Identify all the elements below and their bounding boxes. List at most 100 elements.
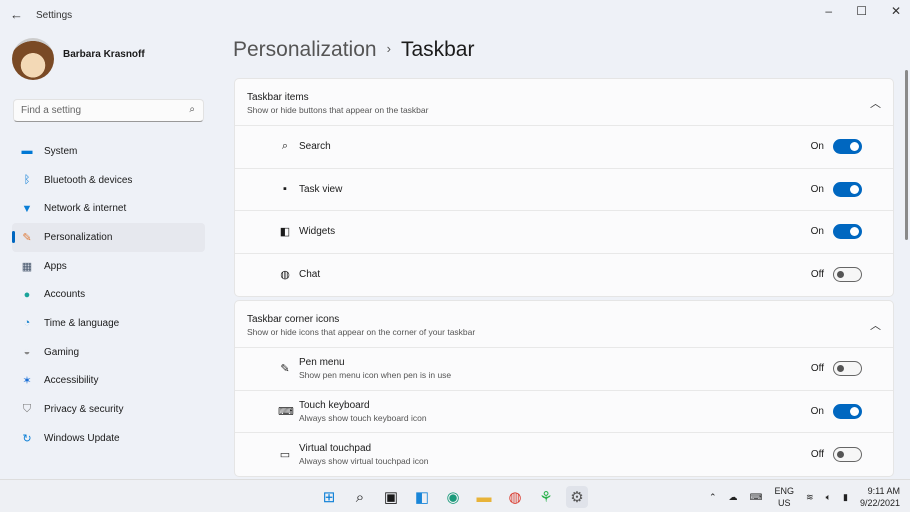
taskbar-search-icon[interactable]: ⌕ — [349, 486, 371, 508]
battery-icon[interactable]: ▮ — [843, 492, 848, 503]
clock[interactable]: 9:11 AM 9/22/2021 — [860, 485, 900, 509]
sidebar-item-label: Time & language — [44, 317, 120, 329]
keyboard-tray-icon[interactable]: ⌨ — [750, 492, 763, 503]
toggle-state-label: Off — [810, 269, 824, 281]
title-bar: ← Settings – ☐ ✕ — [0, 0, 910, 30]
chevron-up-icon[interactable]: ︿ — [870, 317, 881, 333]
sidebar-item-privacy-security[interactable]: ⛉ Privacy & security — [12, 395, 205, 424]
settings-app-icon[interactable]: ⚙ — [566, 486, 588, 508]
sidebar-item-label: Windows Update — [44, 432, 120, 444]
setting-row-task-view: ▪ Task view On — [235, 169, 893, 211]
maximize-button[interactable]: ☐ — [856, 4, 867, 18]
toggle-state-label: Off — [810, 448, 824, 460]
taskbar-widgets-icon[interactable]: ◧ — [411, 486, 433, 508]
avatar[interactable] — [12, 38, 54, 80]
accounts-icon: ● — [23, 288, 31, 301]
section-card: Taskbar corner icons Show or hide icons t… — [234, 300, 894, 477]
setting-label: Touch keyboard — [299, 399, 370, 411]
sidebar-item-windows-update[interactable]: ↻ Windows Update — [12, 424, 205, 453]
toggle-switch[interactable] — [833, 181, 862, 197]
sidebar-item-label: Apps — [44, 260, 67, 272]
toggle-switch[interactable] — [833, 403, 862, 419]
sidebar-item-label: System — [44, 145, 78, 157]
setting-row-search: ⌕ Search On — [235, 126, 893, 169]
section-title: Taskbar corner icons — [247, 314, 340, 325]
toggle-switch[interactable] — [833, 446, 862, 462]
setting-label: Search — [299, 141, 331, 153]
sidebar-item-apps[interactable]: ▦ Apps — [12, 252, 205, 281]
sidebar-item-system[interactable]: ▬ System — [12, 137, 205, 166]
section-header[interactable]: Taskbar corner icons Show or hide icons t… — [235, 301, 893, 348]
apps-icon: ▦ — [21, 260, 33, 273]
app-title: Settings — [36, 10, 73, 21]
sidebar-item-label: Accessibility — [44, 375, 99, 387]
search-input[interactable]: Find a setting ⌕ — [13, 99, 204, 122]
breadcrumb: Personalization › Taskbar — [233, 38, 474, 62]
pen-icon: ✎ — [280, 363, 290, 376]
start-button[interactable]: ⊞ — [318, 486, 340, 508]
language-indicator[interactable]: ENG US — [775, 485, 795, 509]
setting-description: Show pen menu icon when pen is in use — [299, 370, 452, 381]
shield-icon: ⛉ — [22, 403, 32, 416]
breadcrumb-parent[interactable]: Personalization — [233, 38, 377, 61]
setting-label: Task view — [299, 183, 343, 195]
sidebar-item-bluetooth-devices[interactable]: ᛒ Bluetooth & devices — [12, 166, 205, 195]
setting-label: Chat — [299, 269, 321, 281]
user-name: Barbara Krasnoff — [63, 49, 145, 60]
update-icon: ↻ — [22, 432, 32, 445]
taskbar: ⊞ ⌕ ▣ ◧ ◉ ▬ ◍ ⚘ ⚙ ⌃ ☁ ⌨ ENG US ≋ 🔈︎ ▮ 9:1… — [0, 479, 910, 512]
sidebar-item-label: Personalization — [44, 231, 113, 243]
onedrive-icon[interactable]: ☁ — [729, 492, 738, 503]
toggle-switch[interactable] — [833, 139, 862, 155]
section-header[interactable]: Taskbar items Show or hide buttons that a… — [235, 79, 893, 126]
search-icon: ⌕ — [189, 104, 195, 115]
sidebar-item-gaming[interactable]: ◒ Gaming — [12, 338, 205, 367]
minimize-button[interactable]: – — [825, 4, 832, 18]
lang-code: ENG — [774, 486, 795, 496]
sidebar-item-label: Gaming — [44, 346, 80, 358]
edge-icon[interactable]: ◉ — [442, 486, 464, 508]
bluetooth-icon: ᛒ — [23, 174, 31, 187]
file-explorer-icon[interactable]: ▬ — [473, 486, 495, 508]
chevron-up-icon[interactable]: ⌃ — [709, 492, 717, 503]
globe-clock-icon: ◔ — [23, 317, 31, 330]
toggle-state-label: On — [810, 141, 824, 153]
setting-description: Always show virtual touchpad icon — [299, 455, 429, 466]
setting-label: Virtual touchpad — [299, 442, 372, 454]
toggle-switch[interactable] — [833, 267, 862, 283]
chrome-icon[interactable]: ◍ — [504, 486, 526, 508]
sidebar-nav: ▬ System ᛒ Bluetooth & devices ▼ Network & in… — [12, 137, 205, 453]
section-subtitle: Show or hide icons that appear on the co… — [247, 327, 476, 337]
system-icon: ▬ — [21, 145, 33, 158]
setting-label: Pen menu — [299, 357, 345, 369]
volume-icon[interactable]: 🔈︎ — [826, 492, 831, 503]
sidebar-item-network-internet[interactable]: ▼ Network & internet — [12, 194, 205, 223]
sidebar-item-time-language[interactable]: ◔ Time & language — [12, 309, 205, 338]
touchpad-icon: ▭ — [279, 448, 291, 461]
toggle-switch[interactable] — [833, 361, 862, 377]
feedly-icon[interactable]: ⚘ — [535, 486, 557, 508]
toggle-switch[interactable] — [833, 224, 862, 240]
widgets-icon: ◧ — [279, 226, 291, 239]
chat-icon: ◍ — [280, 269, 290, 282]
time: 9:11 AM — [867, 486, 900, 496]
setting-row-touch-keyboard: ⌨ Touch keyboard Always show touch keyboa… — [235, 391, 893, 433]
sidebar-item-accounts[interactable]: ● Accounts — [12, 280, 205, 309]
sidebar-item-accessibility[interactable]: ✶ Accessibility — [12, 367, 205, 396]
search-placeholder: Find a setting — [21, 105, 82, 116]
section-title: Taskbar items — [247, 92, 309, 103]
scrollbar[interactable] — [905, 70, 908, 240]
taskbar-task-view-icon[interactable]: ▣ — [380, 486, 402, 508]
sidebar-item-label: Bluetooth & devices — [44, 174, 133, 186]
sidebar-item-personalization[interactable]: ✎ Personalization — [12, 223, 205, 252]
chevron-right-icon: › — [386, 41, 391, 56]
setting-row-pen-menu: ✎ Pen menu Show pen menu icon when pen is… — [235, 348, 893, 391]
search-icon: ⌕ — [281, 140, 289, 153]
setting-row-virtual-touchpad: ▭ Virtual touchpad Always show virtual to… — [235, 433, 893, 476]
close-button[interactable]: ✕ — [891, 4, 901, 18]
chevron-up-icon[interactable]: ︿ — [870, 95, 881, 111]
sidebar-item-label: Accounts — [44, 289, 86, 301]
wifi-icon[interactable]: ≋ — [806, 492, 814, 503]
back-arrow-icon[interactable]: ← — [10, 7, 23, 22]
setting-row-widgets: ◧ Widgets On — [235, 211, 893, 254]
